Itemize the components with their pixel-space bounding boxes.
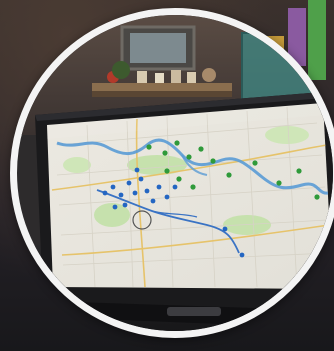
map-marker (164, 168, 170, 174)
map-marker (239, 252, 245, 258)
map-marker (162, 150, 168, 156)
map-marker (110, 184, 116, 190)
map-marker (314, 194, 320, 200)
map-marker (118, 192, 124, 198)
map-marker (296, 168, 302, 174)
map-marker (144, 188, 150, 194)
shelf-item (187, 72, 196, 83)
shelf-item (202, 68, 216, 82)
map-marker (102, 190, 108, 196)
map-marker (176, 176, 182, 182)
map-park (223, 215, 271, 235)
map-marker (146, 144, 152, 150)
map-marker (252, 160, 258, 166)
shelf-item (137, 71, 147, 83)
map-park (63, 157, 91, 173)
shelf-item (171, 70, 181, 83)
map-marker (134, 167, 140, 173)
photo-scene (17, 15, 333, 331)
map-marker (174, 140, 180, 146)
map-park (265, 126, 309, 144)
map-marker (138, 176, 144, 182)
map-marker (222, 226, 228, 232)
map-marker (190, 184, 196, 190)
map-marker (276, 180, 282, 186)
map-marker (226, 172, 232, 178)
tablet-home-button (167, 307, 221, 316)
map-marker (172, 184, 178, 190)
map-marker (126, 180, 132, 186)
map-marker (210, 158, 216, 164)
shelf-item (155, 73, 164, 83)
map-marker (112, 204, 118, 210)
map-marker (132, 190, 138, 196)
map-marker (164, 194, 170, 200)
photo-stage (0, 0, 334, 351)
map-marker (198, 146, 204, 152)
wall-shelf (92, 83, 232, 91)
map-marker (186, 154, 192, 160)
map-marker (156, 184, 162, 190)
map-marker (150, 198, 156, 204)
map-marker (122, 202, 128, 208)
circular-photo-frame (10, 8, 334, 338)
